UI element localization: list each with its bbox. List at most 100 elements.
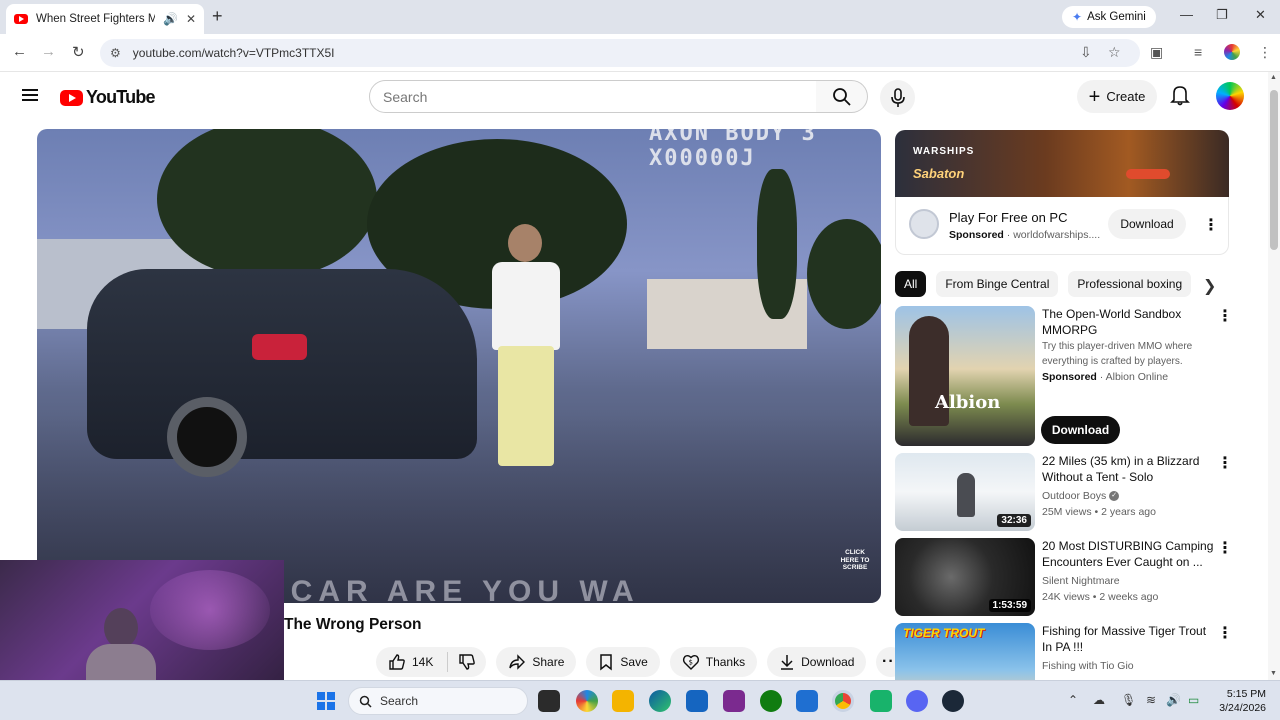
recommendation-title[interactable]: 20 Most DISTURBING Camping Encounters Ev… bbox=[1042, 538, 1214, 570]
tab-title: When Street Fighters Mess bbox=[36, 13, 155, 25]
windows-start-icon[interactable] bbox=[317, 692, 335, 710]
cloud-icon[interactable]: ☁ bbox=[1093, 693, 1105, 707]
recommendation-item-ad[interactable]: Albion The Open-World Sandbox MMORPG Try… bbox=[895, 306, 1245, 446]
ad-download-button[interactable]: Download bbox=[1108, 209, 1186, 239]
tab-close-icon[interactable]: ✕ bbox=[186, 12, 196, 26]
scroll-down-icon[interactable]: ▼ bbox=[1270, 670, 1277, 677]
recommendation-info: Fishing for Massive Tiger Trout In PA !!… bbox=[1042, 623, 1214, 674]
notifications-bell-icon[interactable] bbox=[1170, 84, 1190, 106]
media-controls-icon[interactable]: ≡ bbox=[1194, 44, 1202, 60]
site-info-icon[interactable]: ⚙ bbox=[110, 46, 121, 60]
subscribe-watermark[interactable]: CLICK HERE TO SCRIBE bbox=[840, 549, 870, 585]
recommendation-title[interactable]: Fishing for Massive Tiger Trout In PA !!… bbox=[1042, 623, 1214, 655]
reload-icon[interactable]: ↻ bbox=[72, 43, 85, 61]
thumbs-down-icon[interactable] bbox=[458, 653, 476, 671]
ad-more-options-icon[interactable] bbox=[1203, 215, 1219, 235]
address-bar[interactable]: ⚙ youtube.com/watch?v=VTPmc3TTX5I bbox=[100, 39, 1140, 67]
ad-banner-cta[interactable] bbox=[1126, 169, 1170, 179]
ad-banner-title: WARSHIPS bbox=[913, 146, 975, 157]
extensions-icon[interactable]: ▣ bbox=[1150, 44, 1163, 61]
hamburger-menu-icon[interactable] bbox=[22, 89, 38, 101]
ask-gemini-button[interactable]: ✦ Ask Gemini bbox=[1062, 6, 1156, 28]
search-input[interactable]: Search bbox=[369, 80, 817, 113]
more-options-icon[interactable] bbox=[1217, 623, 1233, 643]
app-icon[interactable] bbox=[723, 690, 745, 712]
edge-browser-icon[interactable] bbox=[649, 690, 671, 712]
thanks-button[interactable]: $ Thanks bbox=[669, 647, 758, 677]
youtube-logo[interactable]: YouTube bbox=[60, 87, 156, 108]
share-button[interactable]: Share bbox=[496, 647, 577, 677]
chip-all[interactable]: All bbox=[895, 271, 927, 297]
video-tree bbox=[757, 169, 797, 319]
recommendation-item[interactable]: TIGER TROUT Fishing for Massive Tiger Tr… bbox=[895, 623, 1245, 681]
video-thumbnail[interactable]: 32:36 bbox=[895, 453, 1035, 531]
app-icon[interactable] bbox=[870, 690, 892, 712]
copilot-icon[interactable] bbox=[576, 690, 598, 712]
sponsored-ad-card[interactable]: Play For Free on PC Sponsored · worldofw… bbox=[895, 197, 1229, 255]
video-actions-bar: 14K Share Save $ Thanks Download ··· bbox=[376, 647, 907, 677]
task-view-icon[interactable] bbox=[538, 690, 560, 712]
recommendation-title[interactable]: 22 Miles (35 km) in a Blizzard Without a… bbox=[1042, 453, 1214, 485]
scroll-up-icon[interactable]: ▲ bbox=[1270, 74, 1277, 81]
albion-download-button[interactable]: Download bbox=[1041, 416, 1120, 444]
file-explorer-icon[interactable] bbox=[612, 690, 634, 712]
volume-icon[interactable]: 🔊 bbox=[1166, 693, 1181, 707]
chip-from-binge-central[interactable]: From Binge Central bbox=[936, 271, 1059, 297]
ad-title[interactable]: Play For Free on PC bbox=[949, 210, 1068, 225]
install-app-icon[interactable]: ⇩ bbox=[1080, 44, 1092, 61]
chevron-right-icon[interactable]: ❯ bbox=[1203, 276, 1216, 296]
recommendation-item[interactable]: 32:36 22 Miles (35 km) in a Blizzard Wit… bbox=[895, 453, 1245, 531]
new-tab-button[interactable]: + bbox=[212, 6, 223, 27]
page-scrollbar[interactable]: ▲ ▼ bbox=[1268, 72, 1280, 682]
recommendation-description: Try this player-driven MMO where everyth… bbox=[1042, 341, 1193, 367]
channel-name[interactable]: Silent Nightmare bbox=[1042, 573, 1214, 589]
create-button[interactable]: + Create bbox=[1077, 80, 1157, 113]
chrome-browser-icon[interactable] bbox=[832, 690, 854, 712]
voice-search-button[interactable] bbox=[880, 80, 915, 115]
minimize-window-icon[interactable]: — bbox=[1180, 7, 1193, 22]
browser-menu-icon[interactable]: ⋮ bbox=[1258, 44, 1272, 61]
close-window-icon[interactable]: ✕ bbox=[1255, 7, 1266, 23]
like-button[interactable]: 14K bbox=[376, 647, 487, 677]
microsoft-store-icon[interactable] bbox=[686, 690, 708, 712]
browser-profile-avatar[interactable] bbox=[1224, 44, 1240, 60]
recommendation-title[interactable]: The Open-World Sandbox MMORPG bbox=[1042, 306, 1214, 338]
taskbar-clock[interactable]: 5:15 PM 3/24/2026 bbox=[1216, 687, 1266, 715]
search-button[interactable] bbox=[816, 80, 868, 113]
bookmark-star-icon[interactable]: ☆ bbox=[1108, 44, 1121, 61]
back-arrow-icon[interactable]: ← bbox=[12, 43, 27, 60]
save-button[interactable]: Save bbox=[586, 647, 660, 677]
bodycam-overlay-text: AXON BODY 3 X00000J bbox=[649, 129, 817, 171]
discord-icon[interactable] bbox=[906, 690, 928, 712]
download-button[interactable]: Download bbox=[767, 647, 867, 677]
more-options-icon[interactable] bbox=[1217, 538, 1233, 558]
video-thumbnail[interactable]: 1:53:59 bbox=[895, 538, 1035, 616]
recommendation-channel[interactable]: Outdoor Boys ✓ bbox=[1042, 488, 1214, 504]
bookmark-icon bbox=[600, 654, 613, 671]
sponsored-label: Sponsored bbox=[1042, 371, 1097, 383]
microphone-icon[interactable]: 🎙 bbox=[1121, 693, 1136, 707]
wifi-icon[interactable]: ≋ bbox=[1146, 693, 1156, 707]
recommendation-item[interactable]: 1:53:59 20 Most DISTURBING Camping Encou… bbox=[895, 538, 1245, 616]
taskbar-search[interactable]: Search bbox=[348, 687, 528, 715]
tab-audio-icon[interactable]: 🔊 bbox=[163, 12, 178, 26]
account-avatar[interactable] bbox=[1216, 82, 1244, 110]
chip-professional-boxing[interactable]: Professional boxing bbox=[1068, 271, 1192, 297]
battery-icon[interactable]: ▭ bbox=[1188, 693, 1199, 707]
channel-name[interactable]: Fishing with Tio Gio bbox=[1042, 658, 1214, 674]
video-thumbnail[interactable]: Albion bbox=[895, 306, 1035, 446]
more-options-icon[interactable] bbox=[1217, 306, 1233, 326]
mail-icon[interactable] bbox=[796, 690, 818, 712]
show-hidden-icons-icon[interactable]: ⌃ bbox=[1068, 693, 1078, 707]
more-options-icon[interactable] bbox=[1217, 453, 1233, 473]
sponsored-ad-banner[interactable]: WARSHIPS Sabaton bbox=[895, 130, 1229, 197]
forward-arrow-icon[interactable]: → bbox=[41, 43, 56, 60]
recommendation-info: 20 Most DISTURBING Camping Encounters Ev… bbox=[1042, 538, 1214, 605]
video-thumbnail[interactable]: TIGER TROUT bbox=[895, 623, 1035, 681]
browser-tab-active[interactable]: When Street Fighters Mess 🔊 ✕ bbox=[6, 4, 204, 34]
video-player[interactable]: AXON BODY 3 X00000J T CAR ARE YOU WA CLI… bbox=[37, 129, 881, 603]
restore-window-icon[interactable]: ❐ bbox=[1216, 7, 1228, 23]
scrollbar-thumb[interactable] bbox=[1270, 90, 1278, 250]
steam-icon[interactable] bbox=[942, 690, 964, 712]
xbox-icon[interactable] bbox=[760, 690, 782, 712]
